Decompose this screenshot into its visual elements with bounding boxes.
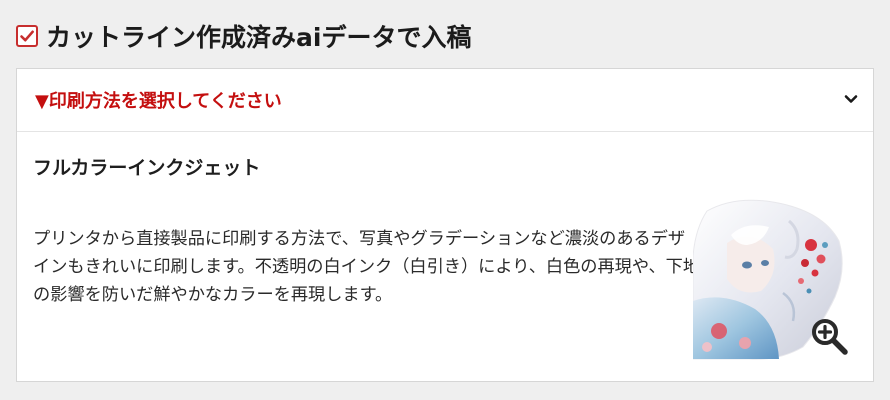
zoom-in-icon[interactable] [809,316,851,358]
print-method-card: ▼印刷方法を選択してください フルカラーインクジェット プリンタから直接製品に印… [16,68,874,382]
chevron-down-icon[interactable] [843,91,859,107]
page: カットライン作成済みaiデータで入稿 ▼印刷方法を選択してください フルカラーイ… [0,0,890,400]
print-method-select[interactable]: ▼印刷方法を選択してください [17,69,873,132]
ai-data-checkbox[interactable] [16,25,38,47]
print-method-select-label[interactable]: ▼印刷方法を選択してください [35,87,282,113]
ai-data-upload-label[interactable]: カットライン作成済みaiデータで入稿 [46,18,471,54]
selected-method-title: フルカラーインクジェット [33,157,261,179]
method-description: プリンタから直接製品に印刷する方法で、写真やグラデーションなど濃淡のあるデザイン… [33,229,701,305]
checkmark-icon [20,30,34,42]
ai-data-upload-option[interactable]: カットライン作成済みaiデータで入稿 [16,18,471,54]
